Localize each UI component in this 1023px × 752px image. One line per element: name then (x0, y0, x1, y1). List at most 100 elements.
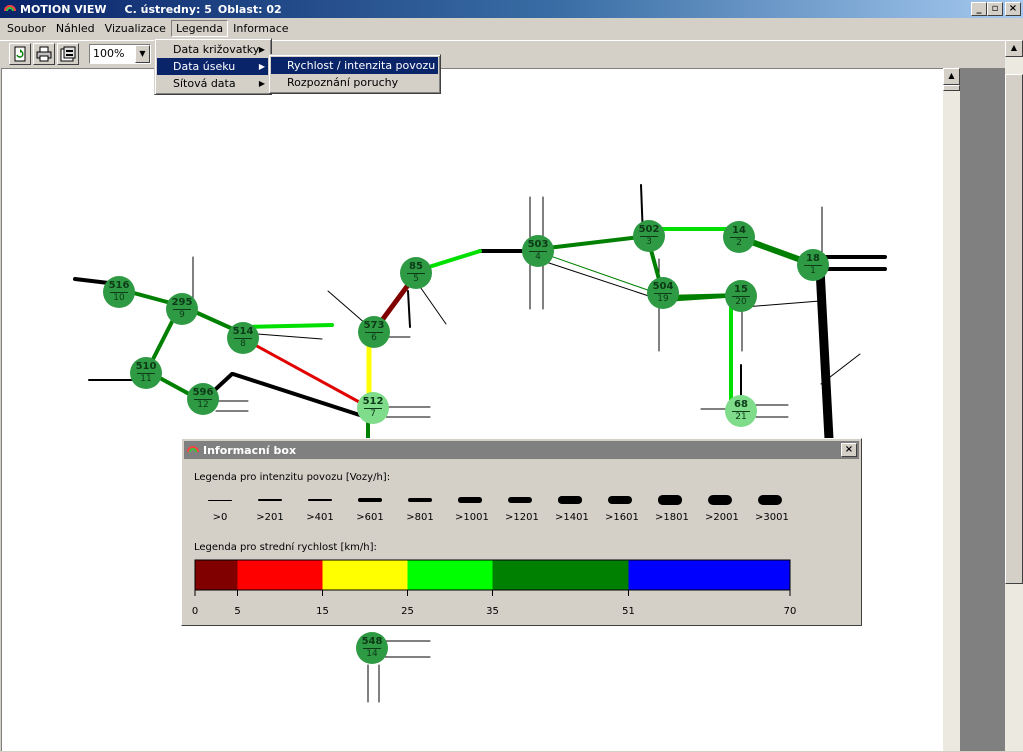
map-canvas[interactable]: 516 10 295 9 514 8 510 11 596 12 85 5 57… (1, 68, 943, 751)
station-label: C. ústredny: 5 (124, 2, 212, 16)
menu-item-data-krizovatky[interactable]: Data križovatky ▶ (157, 41, 269, 58)
node-503[interactable]: 503 4 (522, 235, 554, 267)
settings-button[interactable] (57, 43, 79, 65)
intensity-sample-line (508, 496, 532, 504)
menu-soubor[interactable]: Soubor (2, 20, 51, 37)
node-14[interactable]: 14 2 (723, 221, 755, 253)
menu-vizualizace[interactable]: Vizualizace (100, 20, 171, 37)
speed-tick-label: 25 (401, 606, 414, 617)
intensity-level-label: >1001 (455, 512, 489, 523)
speed-band (492, 560, 629, 590)
speed-tick-label: 0 (191, 606, 199, 617)
intensity-level-label: >401 (306, 512, 334, 523)
menu-item-rozpoznani-poruchy[interactable]: Rozpoznání poruchy (271, 74, 438, 91)
intensity-sample-line (258, 499, 282, 501)
node-573[interactable]: 573 6 (358, 316, 390, 348)
intensity-level-label: >2001 (705, 512, 739, 523)
speed-band (195, 560, 238, 590)
speed-band (407, 560, 493, 590)
main-vertical-scrollbar[interactable]: ▲ (1005, 40, 1023, 751)
scroll-up-button[interactable]: ▲ (943, 68, 960, 85)
restore-button[interactable]: ▫ (987, 2, 1003, 16)
intensity-level-label: >1601 (605, 512, 639, 523)
node-596[interactable]: 596 12 (187, 383, 219, 415)
node-18[interactable]: 18 1 (797, 249, 829, 281)
menu-item-data-useku[interactable]: Data úseku ▶ (157, 58, 269, 75)
submenu-arrow-icon: ▶ (258, 62, 265, 71)
intensity-sample-line (658, 495, 682, 505)
refresh-icon (14, 46, 26, 62)
intensity-sample-line (558, 496, 582, 504)
node-504[interactable]: 504 19 (647, 277, 679, 309)
refresh-button[interactable] (9, 43, 31, 65)
intensity-sample-line (708, 495, 732, 505)
minimize-button[interactable]: _ (971, 2, 987, 16)
intensity-sample-line (458, 497, 482, 503)
intensity-level-label: >1401 (555, 512, 589, 523)
intensity-level-label: >3001 (755, 512, 789, 523)
intensity-level-label: >0 (212, 512, 228, 523)
speed-legend-bar (194, 559, 791, 596)
node-514[interactable]: 514 8 (227, 322, 259, 354)
intensity-level-label: >1201 (505, 512, 539, 523)
window-controls: _ ▫ × (971, 2, 1021, 16)
title-bar: MOTION VIEW C. ústredny: 5 Oblast: 02 _ … (0, 0, 1023, 18)
node-548[interactable]: 548 14 (356, 632, 388, 664)
printer-icon (36, 46, 52, 62)
main-scroll-up-button[interactable]: ▲ (1005, 40, 1023, 57)
intensity-sample-line (358, 498, 382, 502)
node-68[interactable]: 68 21 (725, 395, 757, 427)
data-useku-submenu: Rychlost / intenzita povozu Rozpoznání p… (268, 54, 441, 94)
menu-bar: Soubor Náhled Vizualizace Legenda Inform… (0, 18, 1023, 38)
node-510[interactable]: 510 11 (130, 357, 162, 389)
intensity-sample-line (758, 494, 782, 506)
intensity-sample-line (608, 495, 632, 505)
main-scroll-thumb[interactable] (1005, 74, 1023, 584)
node-516[interactable]: 516 10 (103, 276, 135, 308)
close-button[interactable]: × (1005, 2, 1021, 16)
menu-item-sitova-data[interactable]: Sítová data ▶ (157, 75, 269, 92)
node-85[interactable]: 85 5 (400, 257, 432, 289)
intensity-sample-line (208, 499, 232, 501)
info-box-window: Informacní box × Legenda pro intenzitu p… (181, 438, 862, 626)
scroll-thumb[interactable] (943, 85, 960, 91)
node-15[interactable]: 15 20 (725, 280, 757, 312)
properties-icon (60, 46, 76, 62)
side-panel (960, 68, 1005, 751)
speed-tick-label: 51 (622, 606, 635, 617)
info-box-close-button[interactable]: × (841, 443, 857, 457)
app-title: MOTION VIEW (20, 2, 107, 16)
info-box-titlebar[interactable]: Informacní box × (184, 441, 859, 459)
menu-legenda[interactable]: Legenda (170, 19, 229, 37)
legenda-menu: Data križovatky ▶ Data úseku ▶ Sítová data… (154, 38, 272, 95)
canvas-vertical-scrollbar[interactable]: ▲ (943, 68, 960, 751)
area-label: Oblast: 02 (217, 2, 282, 16)
zoom-dropdown-arrow[interactable]: ▼ (135, 45, 150, 63)
intensity-level-label: >801 (406, 512, 434, 523)
speed-legend-label: Legenda pro strední rychlost [km/h]: (194, 542, 377, 553)
node-295[interactable]: 295 9 (166, 293, 198, 325)
menu-nahled[interactable]: Náhled (51, 20, 100, 37)
submenu-arrow-icon: ▶ (258, 79, 265, 88)
app-icon (4, 5, 16, 12)
speed-tick-label: 35 (486, 606, 499, 617)
intensity-level-label: >601 (356, 512, 384, 523)
intensity-level-label: >201 (256, 512, 284, 523)
node-502[interactable]: 502 3 (633, 220, 665, 252)
intensity-level-label: >1801 (655, 512, 689, 523)
menu-item-rychlost-intenzita[interactable]: Rychlost / intenzita povozu (271, 57, 438, 74)
speed-tick-label: 70 (783, 606, 797, 617)
road-network (73, 184, 887, 703)
submenu-arrow-icon: ▶ (258, 45, 265, 54)
info-box-title: Informacní box (203, 443, 297, 457)
intensity-legend-label: Legenda pro intenzitu povozu [Vozy/h]: (194, 472, 391, 483)
speed-band (322, 560, 408, 590)
zoom-value: 100% (93, 47, 125, 60)
speed-tick-label: 5 (234, 606, 241, 617)
speed-band (628, 560, 790, 590)
print-button[interactable] (33, 43, 55, 65)
node-512[interactable]: 512 7 (357, 392, 389, 424)
intensity-sample-line (308, 498, 332, 502)
zoom-select[interactable]: 100% ▼ (89, 44, 151, 64)
menu-informace[interactable]: Informace (228, 20, 293, 37)
